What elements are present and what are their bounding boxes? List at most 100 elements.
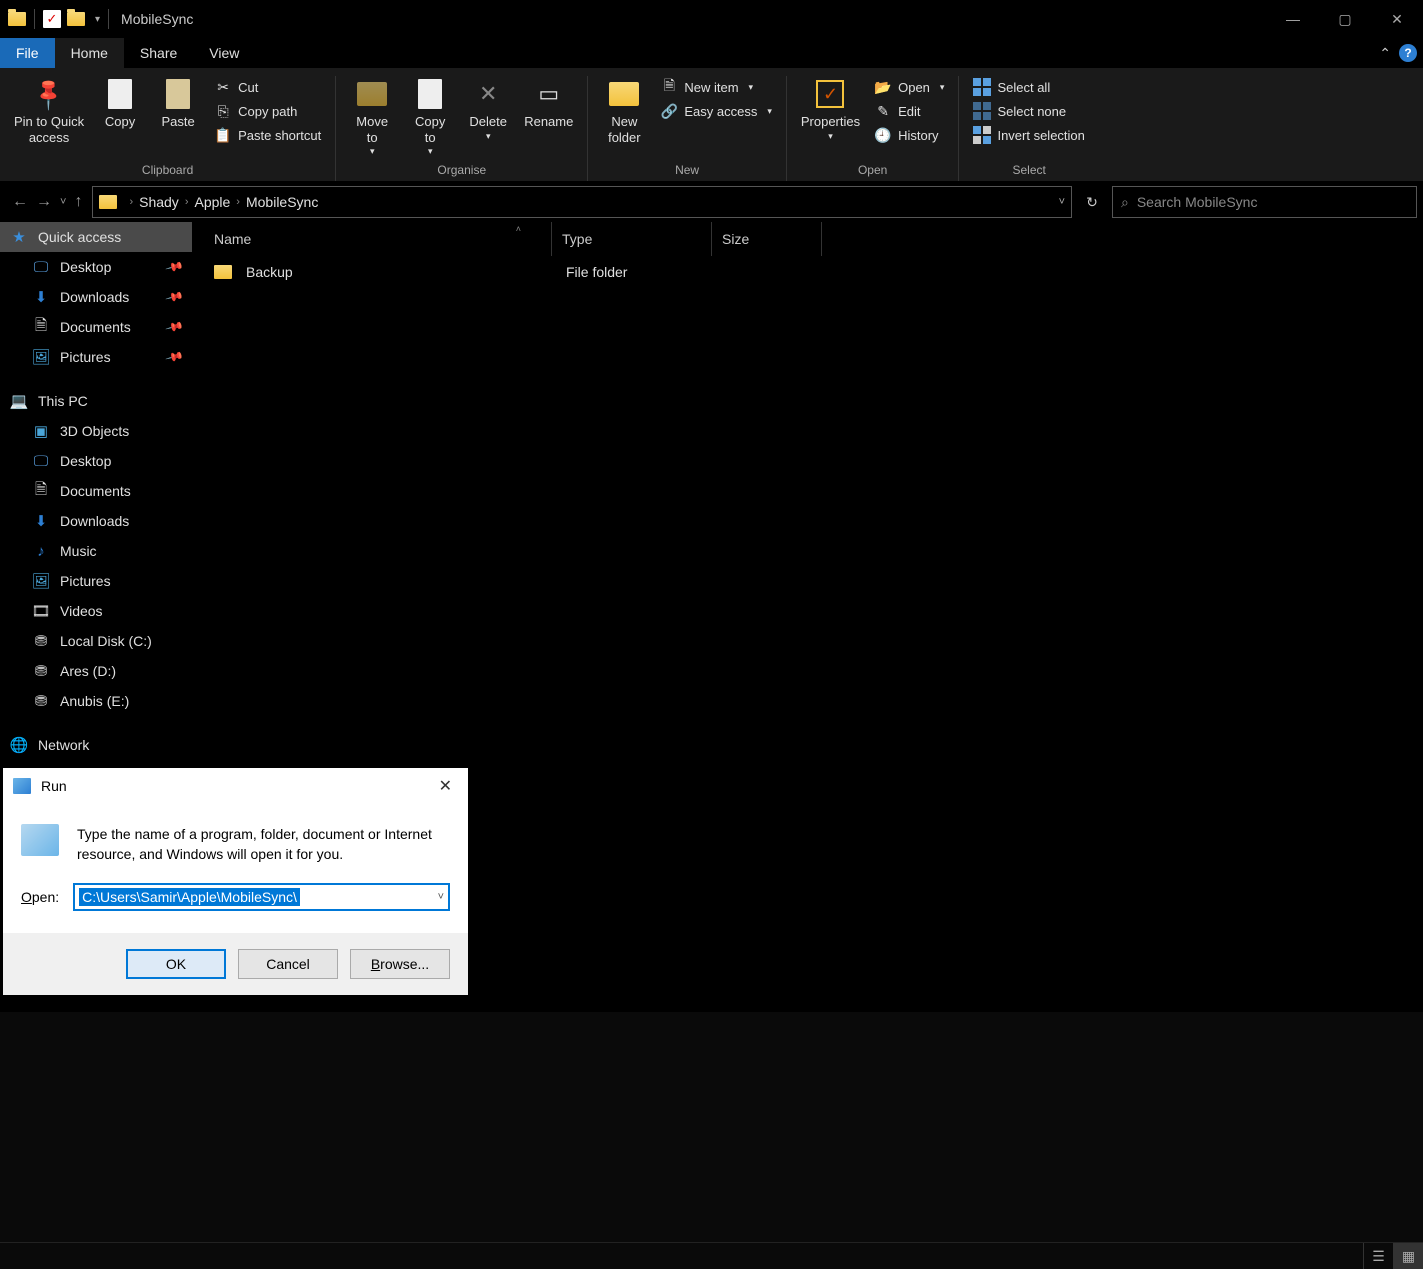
sidebar-item-downloads[interactable]: ⬇Downloads📌: [0, 282, 192, 312]
open-icon: 📂: [874, 78, 892, 96]
breadcrumb-segment[interactable]: Apple: [194, 194, 230, 210]
sidebar-item-desktop-pc[interactable]: 🖵Desktop: [0, 446, 192, 476]
videos-icon: 🎞: [32, 602, 50, 620]
search-box[interactable]: ⌕ Search MobileSync: [1112, 186, 1417, 218]
edit-button[interactable]: ✎Edit: [870, 100, 948, 122]
history-button[interactable]: 🕘History: [870, 124, 948, 146]
search-icon: ⌕: [1121, 194, 1129, 211]
drive-icon: ⛃: [32, 632, 50, 650]
pin-to-quick-access-button[interactable]: 📌 Pin to Quick access: [10, 76, 88, 147]
tab-share[interactable]: Share: [124, 38, 193, 68]
tab-view[interactable]: View: [193, 38, 255, 68]
address-bar[interactable]: › Shady › Apple › MobileSync ˅: [92, 186, 1072, 218]
sidebar-item-anubis-e[interactable]: ⛃Anubis (E:): [0, 686, 192, 716]
close-button[interactable]: ✕: [1371, 0, 1423, 38]
invert-selection-button[interactable]: Invert selection: [969, 124, 1088, 146]
select-all-button[interactable]: Select all: [969, 76, 1088, 98]
sidebar-item-network[interactable]: 🌐Network: [0, 730, 192, 760]
qat-properties-icon[interactable]: ✓: [43, 10, 61, 28]
new-folder-icon: [608, 78, 640, 110]
run-dialog: Run ✕ Type the name of a program, folder…: [3, 768, 468, 995]
sidebar-item-videos[interactable]: 🎞Videos: [0, 596, 192, 626]
refresh-button[interactable]: ↻: [1076, 186, 1108, 218]
run-title-bar[interactable]: Run ✕: [3, 768, 468, 804]
select-none-button[interactable]: Select none: [969, 100, 1088, 122]
properties-button[interactable]: ✓Properties▾: [797, 76, 864, 144]
move-to-icon: [356, 78, 388, 110]
maximize-button[interactable]: ▢: [1319, 0, 1371, 38]
group-label-organise: Organise: [437, 159, 486, 177]
cut-button[interactable]: ✂Cut: [210, 76, 325, 98]
nav-back-button[interactable]: ←: [12, 193, 28, 211]
qat-customize-icon[interactable]: ▾: [95, 14, 100, 25]
select-all-icon: [973, 78, 991, 96]
column-size[interactable]: Size: [712, 222, 822, 256]
qat-new-folder-icon[interactable]: [67, 12, 85, 26]
run-ok-button[interactable]: OK: [126, 949, 226, 979]
sidebar-item-pictures-pc[interactable]: 🖼Pictures: [0, 566, 192, 596]
item-type: File folder: [556, 264, 716, 280]
breadcrumb-segment[interactable]: Shady: [139, 194, 179, 210]
open-button[interactable]: 📂Open ▾: [870, 76, 948, 98]
sidebar-item-3d-objects[interactable]: ▣3D Objects: [0, 416, 192, 446]
ribbon-group-clipboard: 📌 Pin to Quick access Copy Paste ✂Cut ⎘C…: [0, 76, 336, 181]
column-type[interactable]: Type: [552, 222, 712, 256]
sidebar-item-local-disk-c[interactable]: ⛃Local Disk (C:): [0, 626, 192, 656]
run-open-input[interactable]: C:\Users\Samir\Apple\MobileSync\ ˅: [73, 883, 450, 911]
collapse-ribbon-icon[interactable]: ⌃: [1379, 45, 1391, 62]
paste-button[interactable]: Paste: [152, 76, 204, 132]
tab-home[interactable]: Home: [55, 38, 124, 68]
pictures-icon: 🖼: [32, 348, 50, 366]
copy-to-icon: [414, 78, 446, 110]
group-label-open: Open: [858, 159, 887, 177]
ribbon: 📌 Pin to Quick access Copy Paste ✂Cut ⎘C…: [0, 68, 1423, 182]
pin-icon: 📌: [165, 287, 185, 307]
help-icon[interactable]: ?: [1399, 44, 1417, 62]
run-open-label: Open:: [21, 889, 59, 905]
minimize-button[interactable]: —: [1267, 0, 1319, 38]
tab-file[interactable]: File: [0, 38, 55, 68]
column-name[interactable]: Name˄: [192, 222, 552, 256]
easy-access-button[interactable]: 🔗Easy access ▾: [656, 100, 776, 122]
sidebar-item-ares-d[interactable]: ⛃Ares (D:): [0, 656, 192, 686]
new-folder-button[interactable]: New folder: [598, 76, 650, 147]
sidebar-item-music[interactable]: ♪Music: [0, 536, 192, 566]
list-item[interactable]: Backup File folder: [192, 256, 1423, 288]
sidebar-item-pictures[interactable]: 🖼Pictures📌: [0, 342, 192, 372]
sidebar-item-downloads-pc[interactable]: ⬇Downloads: [0, 506, 192, 536]
properties-icon: ✓: [814, 78, 846, 110]
nav-forward-button[interactable]: →: [36, 193, 52, 211]
scissors-icon: ✂: [214, 78, 232, 96]
copy-button[interactable]: Copy: [94, 76, 146, 132]
breadcrumb-segment[interactable]: MobileSync: [246, 194, 318, 210]
folder-icon: [214, 265, 232, 279]
run-close-button[interactable]: ✕: [433, 776, 458, 796]
sidebar-item-documents[interactable]: 🗎Documents📌: [0, 312, 192, 342]
sidebar-item-documents-pc[interactable]: 🗎Documents: [0, 476, 192, 506]
sidebar-item-quick-access[interactable]: ★Quick access: [0, 222, 192, 252]
nav-up-button[interactable]: ↑: [74, 193, 82, 211]
sidebar-item-desktop[interactable]: 🖵Desktop📌: [0, 252, 192, 282]
group-label-select: Select: [1012, 159, 1045, 177]
paste-shortcut-button[interactable]: 📋Paste shortcut: [210, 124, 325, 146]
large-icons-view-button[interactable]: ▦: [1393, 1243, 1423, 1269]
delete-button[interactable]: ✕Delete▾: [462, 76, 514, 144]
delete-icon: ✕: [472, 78, 504, 110]
run-browse-button[interactable]: Browse...: [350, 949, 450, 979]
paste-icon: [162, 78, 194, 110]
run-cancel-button[interactable]: Cancel: [238, 949, 338, 979]
rename-button[interactable]: ▭Rename: [520, 76, 577, 132]
sort-indicator-icon: ˄: [516, 224, 521, 234]
copy-path-button[interactable]: ⎘Copy path: [210, 100, 325, 122]
chevron-down-icon[interactable]: ˅: [438, 891, 444, 903]
new-item-button[interactable]: 🗎New item ▾: [656, 76, 776, 98]
nav-recent-dropdown[interactable]: ˅: [60, 196, 66, 208]
move-to-button[interactable]: Move to▾: [346, 76, 398, 159]
app-icon[interactable]: [8, 12, 26, 26]
details-view-button[interactable]: ☰: [1363, 1243, 1393, 1269]
group-label-new: New: [675, 159, 699, 177]
address-dropdown-icon[interactable]: ˅: [1059, 196, 1065, 208]
sidebar-item-this-pc[interactable]: 💻This PC: [0, 386, 192, 416]
copy-to-button[interactable]: Copy to▾: [404, 76, 456, 159]
run-open-value: C:\Users\Samir\Apple\MobileSync\: [79, 888, 300, 906]
